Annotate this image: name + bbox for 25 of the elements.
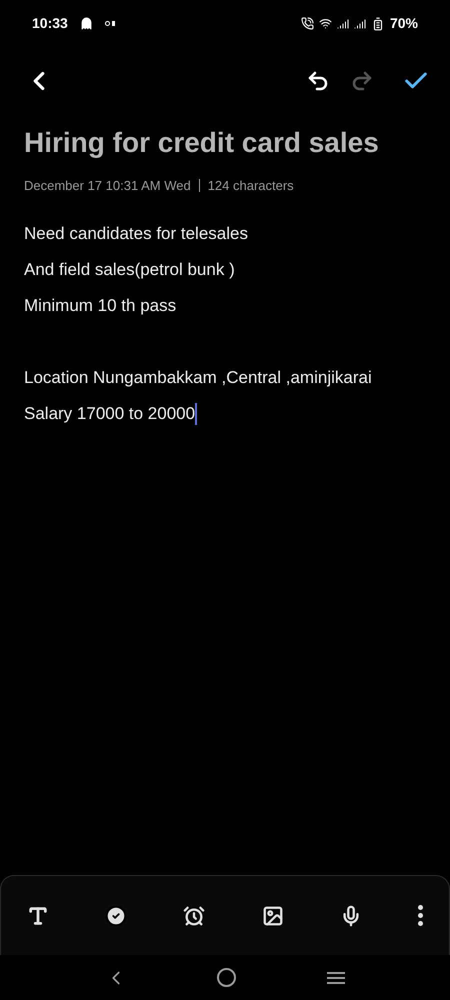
image-icon — [262, 904, 284, 926]
nav-recents-button[interactable] — [326, 972, 345, 984]
nav-home-button[interactable] — [217, 968, 236, 987]
note-line: Need candidates for telesales — [24, 222, 248, 244]
note-line: Location Nungambakkam ,Central ,aminjikarai — [24, 366, 372, 388]
checkbox-button[interactable] — [105, 904, 128, 926]
ghost-icon — [80, 17, 93, 30]
character-count: 124 characters — [208, 177, 294, 195]
check-circle-icon — [105, 904, 128, 926]
note-date: December 17 10:31 AM Wed — [24, 177, 191, 195]
alarm-clock-icon — [183, 904, 206, 926]
redo-icon — [350, 69, 374, 93]
battery-level: 70% — [390, 14, 418, 33]
note-line: Salary 17000 to 20000 — [24, 402, 198, 424]
status-time: 10:33 — [32, 14, 68, 33]
text-icon — [27, 904, 49, 926]
more-button[interactable] — [418, 905, 423, 926]
image-button[interactable] — [262, 904, 284, 926]
undo-button[interactable] — [306, 69, 330, 93]
note-line: And field sales(petrol bunk ) — [24, 258, 235, 280]
note-line: Minimum 10 th pass — [24, 294, 176, 316]
note-title[interactable]: Hiring for credit card sales — [24, 124, 426, 162]
undo-icon — [306, 69, 330, 93]
alarm-button[interactable] — [183, 904, 206, 926]
text-format-button[interactable] — [27, 904, 49, 926]
